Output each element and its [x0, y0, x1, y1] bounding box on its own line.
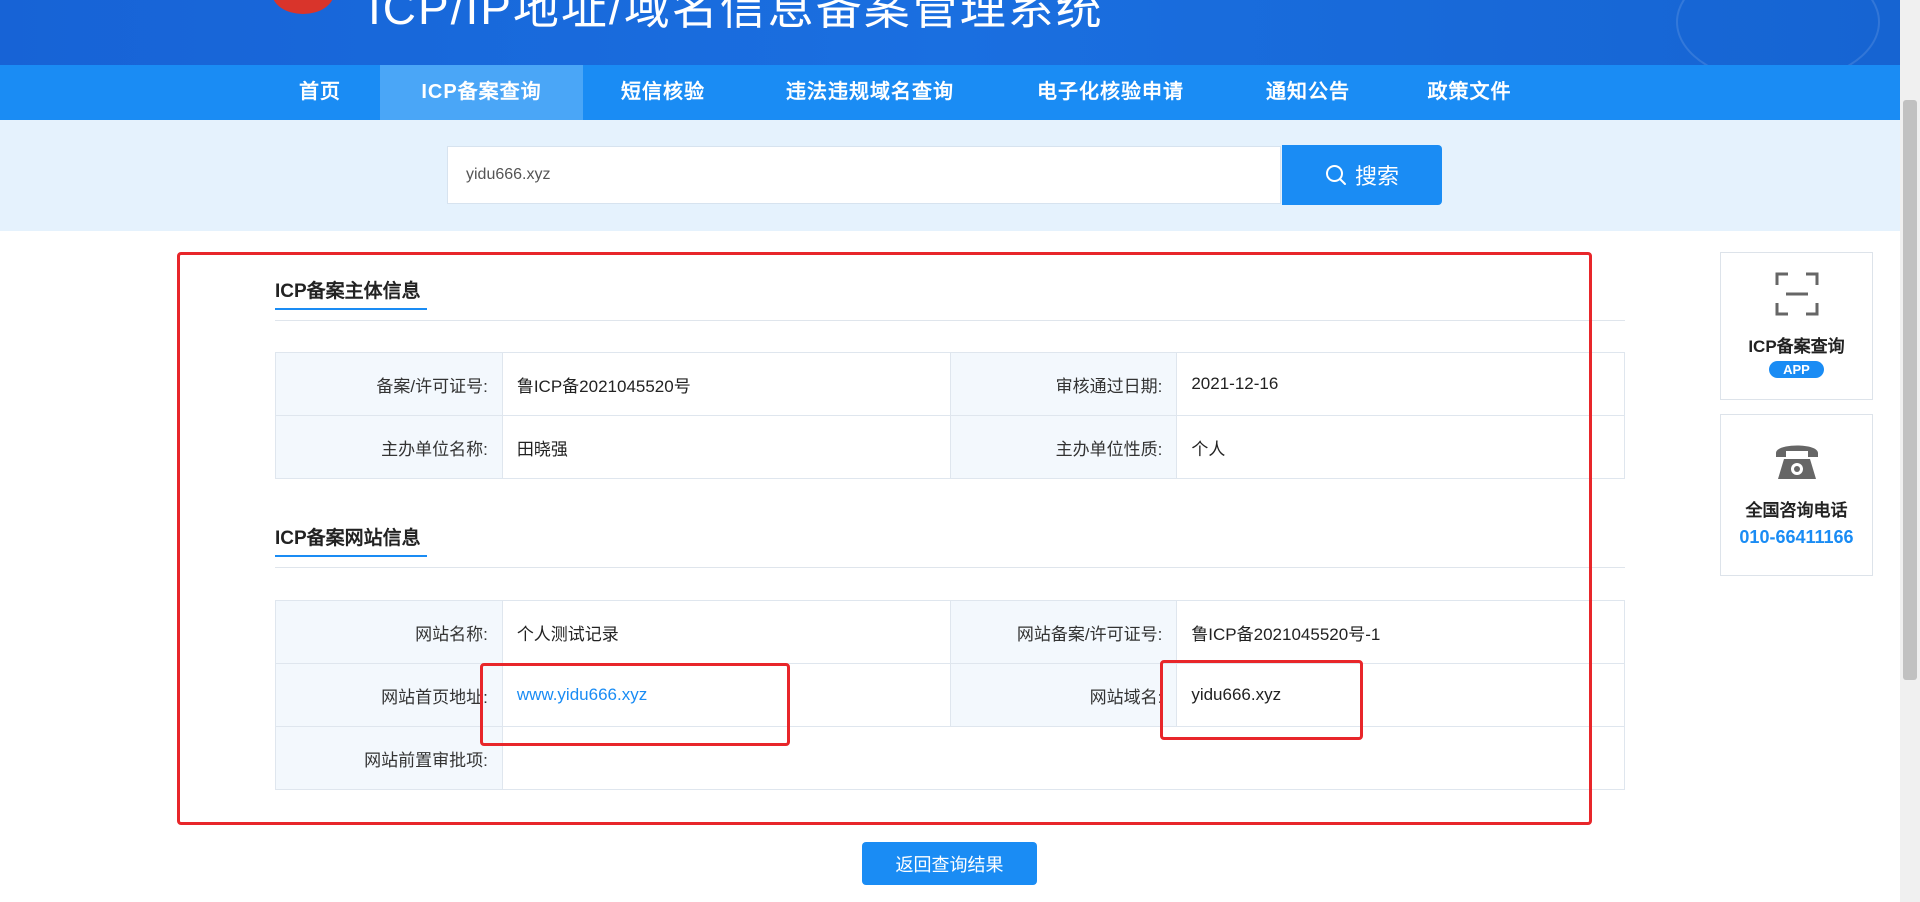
- search-icon: [1325, 165, 1346, 185]
- scrollbar-thumb[interactable]: [1903, 100, 1917, 680]
- banner-decoration: [1676, 0, 1880, 65]
- telephone-icon: [1775, 445, 1818, 479]
- nav-item-home[interactable]: 首页: [272, 65, 368, 120]
- search-button-label: 搜索: [1354, 164, 1399, 189]
- nav-item-notices[interactable]: 通知公告: [1224, 65, 1392, 120]
- return-results-button[interactable]: 返回查询结果: [862, 842, 1037, 885]
- nav-item-policy[interactable]: 政策文件: [1392, 65, 1547, 120]
- nav-item-icp-query[interactable]: ICP备案查询: [380, 65, 583, 120]
- nav-item-electronic-verify[interactable]: 电子化核验申请: [997, 65, 1224, 120]
- emblem-logo: [272, 0, 334, 14]
- side-phone-number: 010-66411166: [1739, 527, 1854, 547]
- annotation-box-main: [177, 252, 1592, 825]
- app-badge: APP: [1769, 361, 1824, 378]
- side-phone-card: 全国咨询电话 010-66411166: [1720, 414, 1873, 576]
- nav-item-sms-verify[interactable]: 短信核验: [583, 65, 743, 120]
- side-app-card[interactable]: ICP备案查询 APP: [1720, 252, 1873, 400]
- annotation-box-homepage: [480, 663, 790, 746]
- annotation-box-domain: [1160, 660, 1363, 740]
- search-button[interactable]: 搜索: [1282, 145, 1442, 205]
- side-app-title: ICP备案查询: [1748, 337, 1845, 356]
- system-title: ICP/IP地址/域名信息备案管理系统: [368, 0, 1104, 34]
- side-phone-title: 全国咨询电话: [1745, 501, 1848, 520]
- scan-icon: [1775, 272, 1818, 316]
- header-banner: ICP/IP地址/域名信息备案管理系统: [0, 0, 1900, 65]
- search-input[interactable]: [447, 146, 1281, 204]
- main-nav: 首页 ICP备案查询 短信核验 违法违规域名查询 电子化核验申请 通知公告 政策…: [0, 65, 1900, 120]
- nav-item-illegal-domain-query[interactable]: 违法违规域名查询: [743, 65, 997, 120]
